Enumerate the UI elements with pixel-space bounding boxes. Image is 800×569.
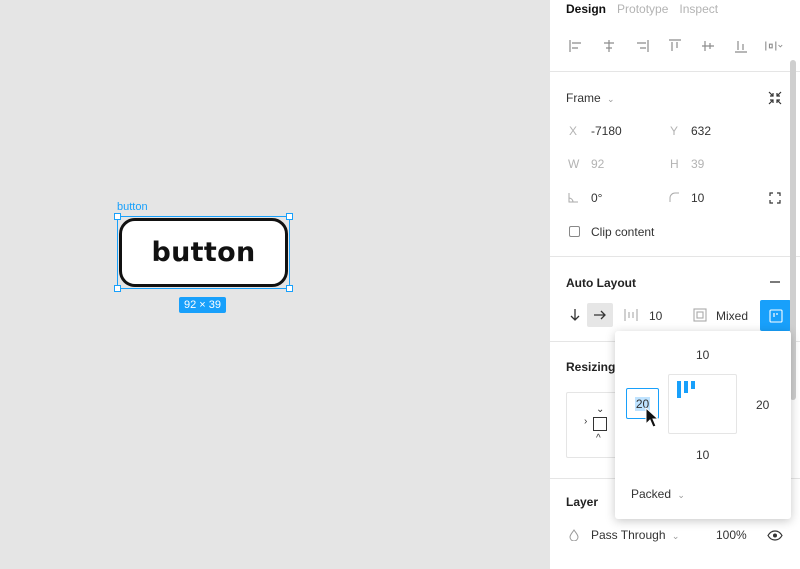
cursor-icon <box>645 407 659 428</box>
chevron-down-icon: ⌄ <box>607 94 615 104</box>
align-top-icon[interactable] <box>665 38 685 54</box>
padding-icon <box>692 307 708 323</box>
clip-content-label: Clip content <box>591 225 655 239</box>
clip-content-checkbox[interactable] <box>569 226 580 237</box>
remove-auto-layout-icon[interactable] <box>768 276 782 288</box>
padding-right-input[interactable]: 20 <box>756 398 769 412</box>
resize-handle-top-right[interactable] <box>286 213 293 220</box>
align-right-icon[interactable] <box>632 38 652 54</box>
align-bottom-icon[interactable] <box>731 38 751 54</box>
independent-corners-icon[interactable] <box>768 191 782 205</box>
x-label: X <box>569 124 578 138</box>
auto-layout-title: Auto Layout <box>566 276 636 290</box>
frame-type-dropdown[interactable]: Frame ⌄ <box>566 91 615 105</box>
divider <box>550 256 800 257</box>
resize-box-icon <box>593 417 607 431</box>
selected-button-frame[interactable]: button <box>114 213 293 292</box>
opacity-input[interactable]: 100% <box>716 528 747 542</box>
y-input[interactable]: 632 <box>691 124 711 138</box>
align-preview-icon <box>677 381 695 398</box>
blend-mode-dropdown[interactable]: Pass Through ⌄ <box>591 528 679 542</box>
resize-handle-bottom-right[interactable] <box>286 285 293 292</box>
button-shape: button <box>119 218 288 287</box>
item-spacing-input[interactable]: 10 <box>649 309 662 323</box>
y-label: Y <box>670 124 679 138</box>
padding-bottom-input[interactable]: 10 <box>696 448 709 462</box>
alignment-toolbar <box>566 38 784 54</box>
panel-tabs: Design Prototype Inspect <box>566 2 718 16</box>
w-label: W <box>568 157 580 171</box>
w-input[interactable]: 92 <box>591 157 604 171</box>
chevron-down-icon: ⌄ <box>677 490 685 500</box>
rotation-input[interactable]: 0° <box>591 191 602 205</box>
h-label: H <box>670 157 679 171</box>
canvas[interactable]: button button 92 × 39 <box>0 0 549 569</box>
x-input[interactable]: -7180 <box>591 124 622 138</box>
eye-icon[interactable] <box>767 529 783 541</box>
align-horizontal-center-icon[interactable] <box>599 38 619 54</box>
blend-mode-label: Pass Through <box>591 528 666 542</box>
rotation-icon <box>567 191 579 203</box>
resizing-title: Resizing <box>566 360 616 374</box>
arrow-right-icon[interactable] <box>587 303 613 327</box>
distribution-dropdown[interactable]: Packed ⌄ <box>631 487 685 501</box>
tab-inspect[interactable]: Inspect <box>679 2 718 16</box>
padding-input[interactable]: Mixed <box>716 309 748 323</box>
chevron-right-icon: › <box>584 416 588 427</box>
divider <box>550 71 800 72</box>
corner-radius-icon <box>668 191 680 203</box>
chevron-down-icon: ⌄ <box>596 404 605 415</box>
button-text: button <box>151 237 256 268</box>
tab-design[interactable]: Design <box>566 2 606 16</box>
size-badge: 92 × 39 <box>179 297 227 313</box>
item-spacing-icon <box>623 307 639 323</box>
drop-icon <box>568 529 580 541</box>
corner-radius-input[interactable]: 10 <box>691 191 704 205</box>
resize-to-fit-icon[interactable] <box>766 89 784 107</box>
h-input[interactable]: 39 <box>691 157 704 171</box>
chevron-up-icon: ^ <box>596 433 601 444</box>
frame-name-label[interactable]: button <box>117 201 148 213</box>
layer-title: Layer <box>566 495 599 509</box>
distribution-label: Packed <box>631 487 672 501</box>
arrow-down-icon[interactable] <box>565 305 585 325</box>
padding-popover: 10 20 20 10 Packed ⌄ <box>615 331 791 519</box>
frame-type-label: Frame <box>566 91 601 105</box>
padding-preview <box>668 374 737 434</box>
tab-prototype[interactable]: Prototype <box>617 2 668 16</box>
individual-padding-icon[interactable] <box>760 300 791 331</box>
align-vertical-center-icon[interactable] <box>698 38 718 54</box>
resize-handle-top-left[interactable] <box>114 213 121 220</box>
resize-handle-bottom-left[interactable] <box>114 285 121 292</box>
padding-top-input[interactable]: 10 <box>696 348 709 362</box>
chevron-down-icon: ⌄ <box>671 531 680 541</box>
distribute-icon[interactable] <box>764 38 784 54</box>
align-left-icon[interactable] <box>566 38 586 54</box>
